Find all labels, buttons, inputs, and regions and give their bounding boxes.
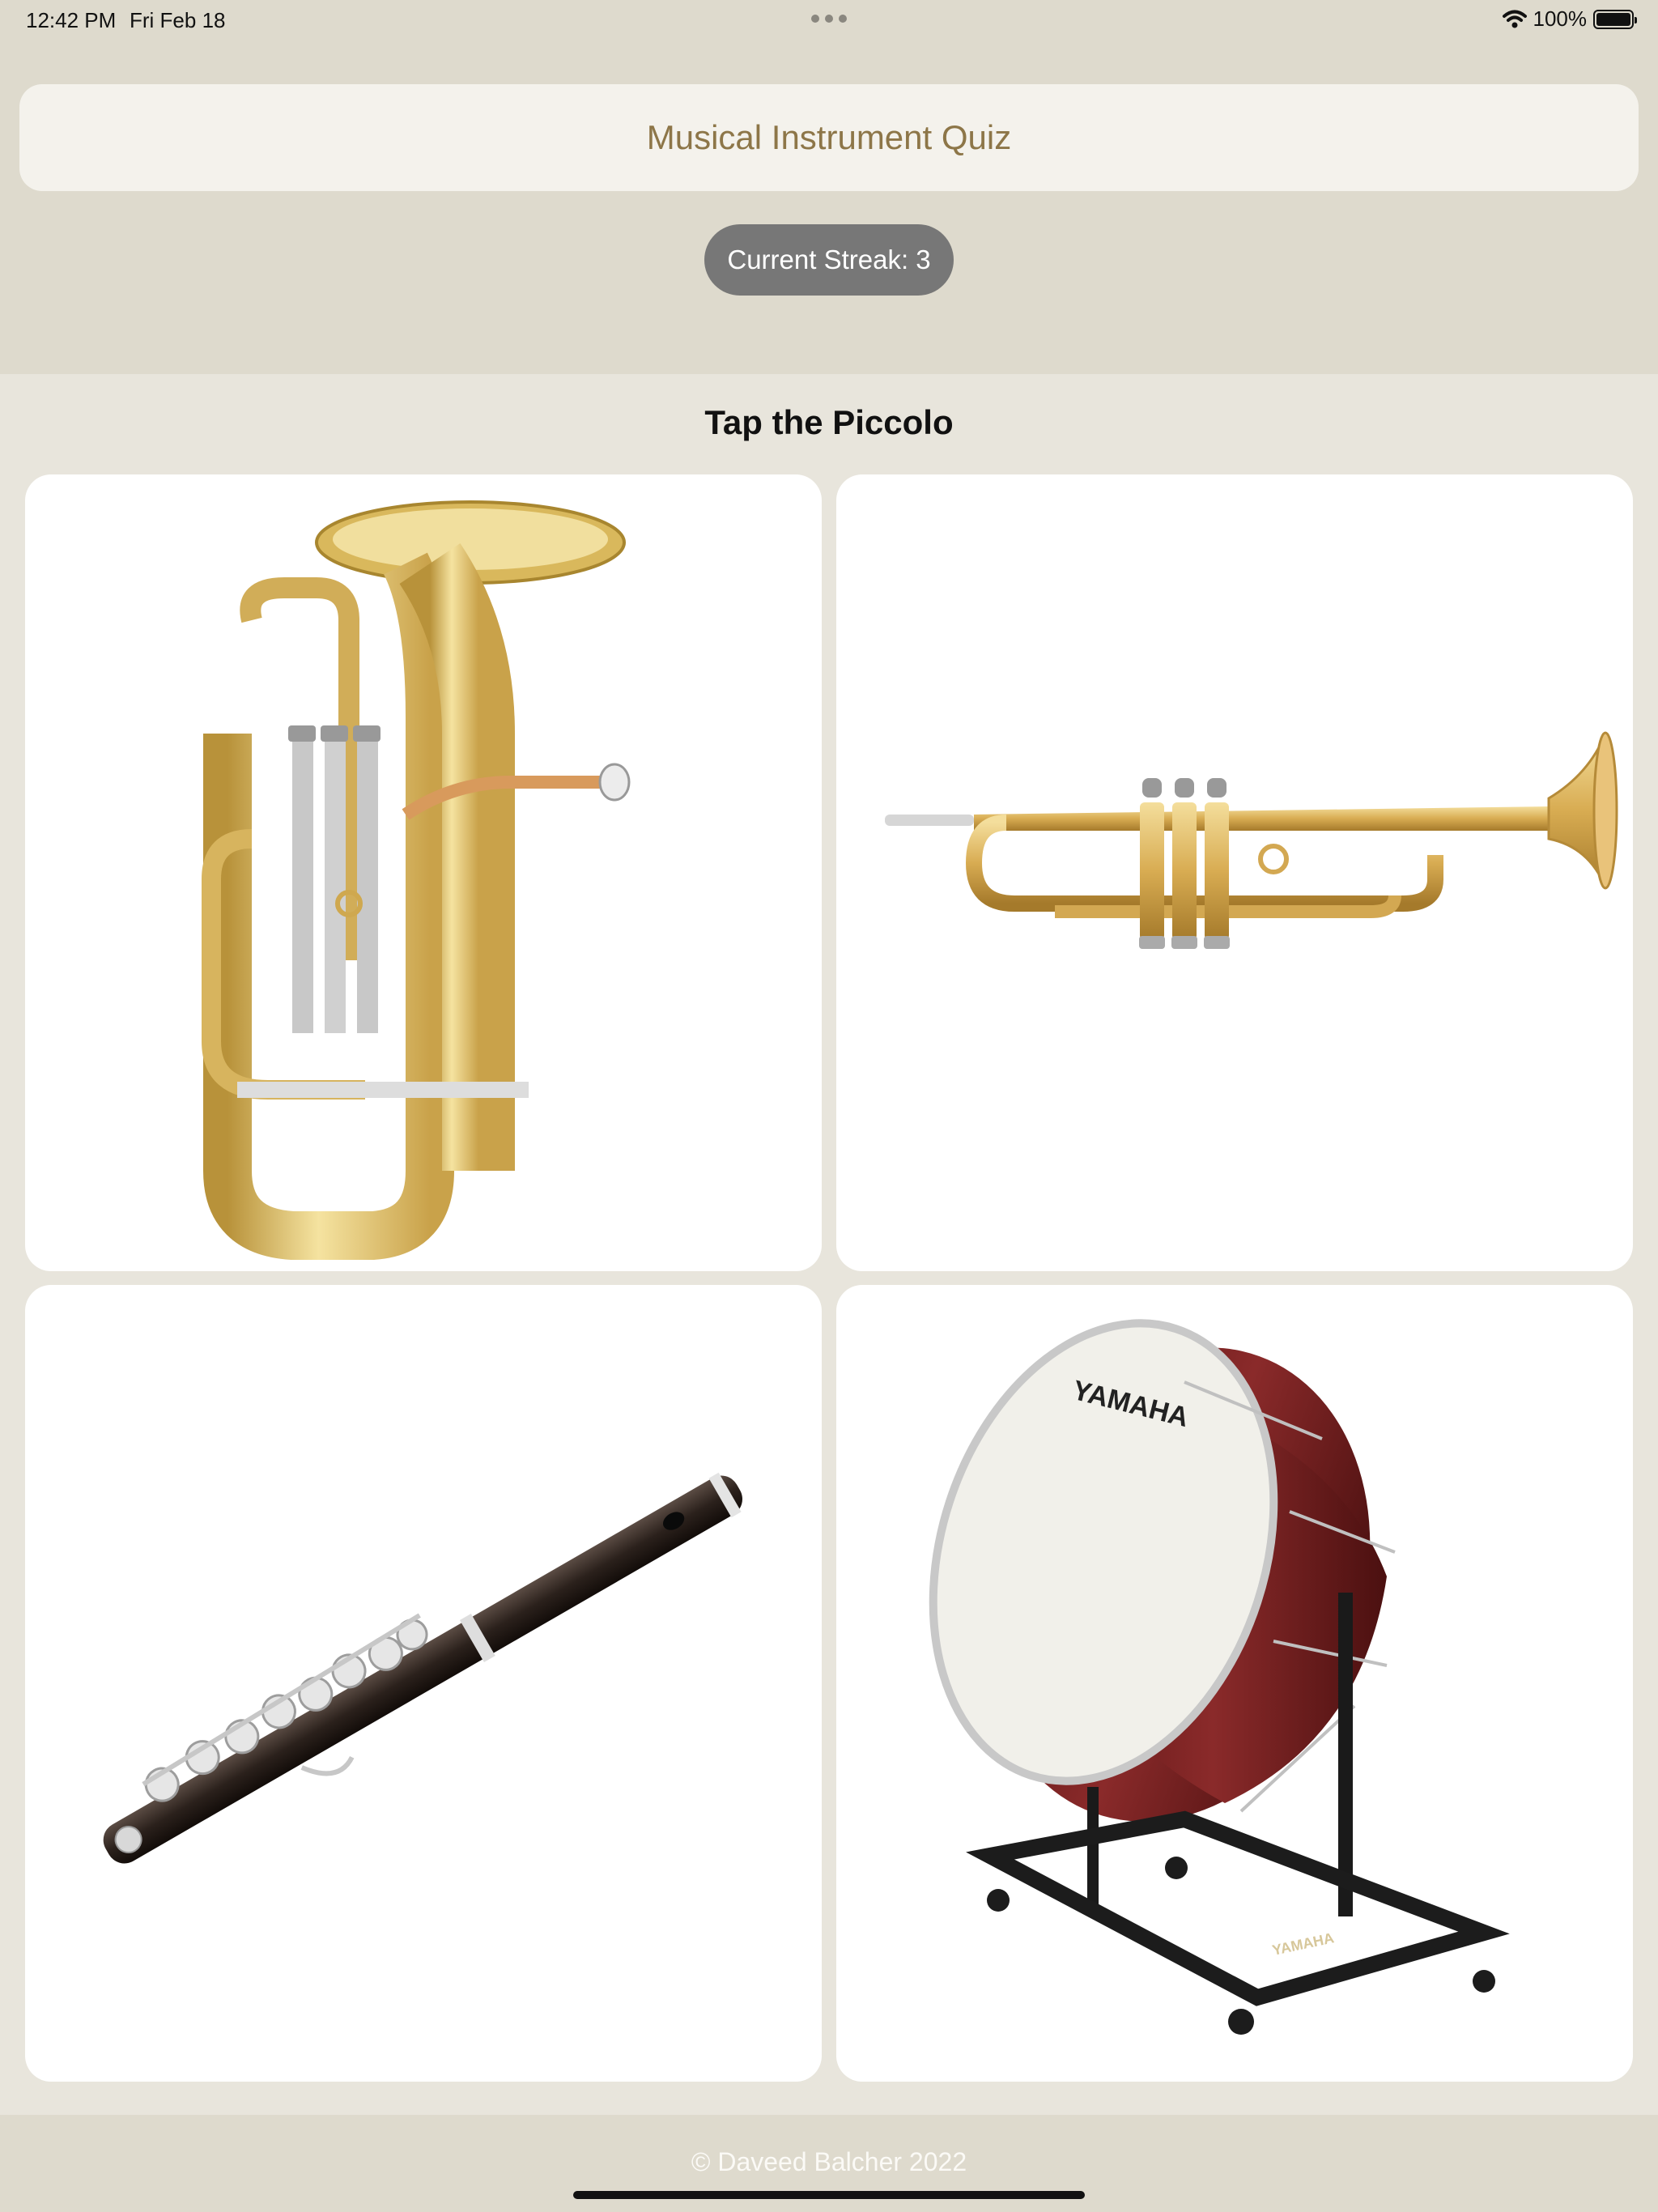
battery-icon: [1593, 9, 1637, 29]
status-time: 12:42 PM: [26, 8, 117, 32]
question-prompt: Tap the Piccolo: [704, 403, 954, 441]
quiz-title: Musical Instrument Quiz: [19, 84, 1639, 191]
euphonium-icon: [202, 500, 631, 1260]
answer-option-bass-drum[interactable]: YAMAHA YAMAHA: [836, 1285, 1633, 2082]
answer-option-euphonium[interactable]: [25, 474, 822, 1271]
home-indicator[interactable]: [573, 2191, 1085, 2199]
answer-option-trumpet[interactable]: [836, 474, 1633, 1271]
status-bar: 12:42 PM Fri Feb 18 100%: [0, 0, 1658, 39]
bass-drum-icon: YAMAHA YAMAHA: [929, 1319, 1510, 2035]
piccolo-icon: [103, 1472, 742, 1864]
copyright-text: © Daveed Balcher 2022: [691, 2147, 967, 2176]
answer-option-piccolo[interactable]: [25, 1285, 822, 2082]
stand-brand-text: YAMAHA: [1271, 1929, 1336, 1959]
status-date: Fri Feb 18: [130, 8, 226, 32]
streak-badge: Current Streak: 3: [704, 224, 954, 296]
battery-percent: 100%: [1533, 6, 1588, 31]
status-right: 100%: [1502, 6, 1637, 32]
wifi-icon: [1502, 10, 1527, 28]
trumpet-icon: [885, 731, 1618, 949]
multitasking-dots-icon[interactable]: [811, 15, 847, 23]
